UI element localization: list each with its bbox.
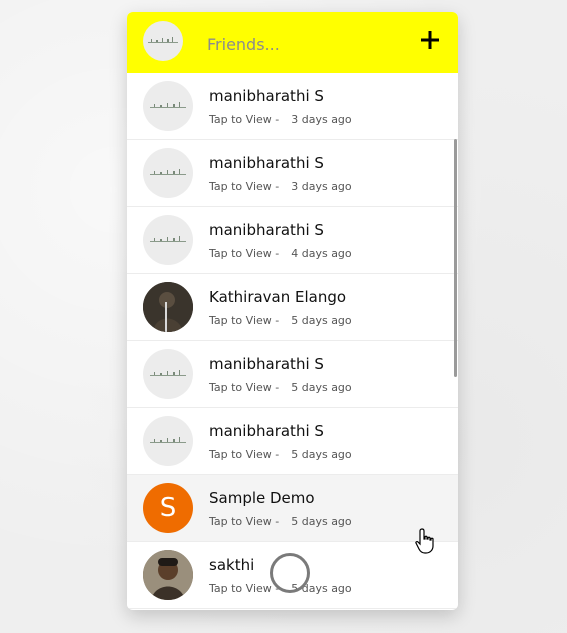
timestamp: 5 days ago bbox=[291, 448, 352, 461]
friend-meta: Tap to View - 5 days ago bbox=[209, 448, 352, 461]
scrollbar[interactable] bbox=[454, 139, 457, 377]
friends-list: manibharathi S Tap to View - 3 days ago … bbox=[127, 73, 458, 610]
friend-avatar bbox=[143, 215, 193, 265]
friend-name: manibharathi S bbox=[209, 355, 324, 373]
friend-name: manibharathi S bbox=[209, 422, 324, 440]
profile-photo-icon bbox=[143, 282, 193, 332]
timestamp: 3 days ago bbox=[291, 113, 352, 126]
app-logo-icon bbox=[150, 169, 186, 175]
timestamp: 5 days ago bbox=[291, 314, 352, 327]
friend-meta: Tap to View - 4 days ago bbox=[209, 247, 352, 260]
friend-meta: Tap to View - 5 days ago bbox=[209, 515, 352, 528]
app-logo-icon bbox=[148, 37, 178, 43]
friend-name: manibharathi S bbox=[209, 154, 324, 172]
plus-icon bbox=[421, 31, 439, 49]
timestamp: 3 days ago bbox=[291, 180, 352, 193]
friend-row[interactable]: manibharathi S Tap to View - 4 days ago bbox=[127, 207, 458, 274]
timestamp: 5 days ago bbox=[291, 381, 352, 394]
friend-name: Kathiravan Elango bbox=[209, 288, 347, 306]
header-title: Friends... bbox=[207, 35, 280, 54]
add-friend-button[interactable] bbox=[418, 28, 442, 52]
tap-to-view-label: Tap to View - bbox=[209, 448, 280, 461]
friend-meta: Tap to View - 3 days ago bbox=[209, 180, 352, 193]
friend-avatar bbox=[143, 81, 193, 131]
friend-row[interactable]: manibharathi S Tap to View - 3 days ago bbox=[127, 140, 458, 207]
profile-avatar[interactable] bbox=[143, 21, 183, 61]
app-logo-icon bbox=[150, 102, 186, 108]
tap-to-view-label: Tap to View - bbox=[209, 515, 280, 528]
friend-avatar bbox=[143, 349, 193, 399]
tap-to-view-label: Tap to View - bbox=[209, 582, 280, 595]
timestamp: 4 days ago bbox=[291, 247, 352, 260]
tap-to-view-label: Tap to View - bbox=[209, 247, 280, 260]
friend-name: manibharathi S bbox=[209, 87, 324, 105]
friend-avatar bbox=[143, 550, 193, 600]
app-logo-icon bbox=[150, 370, 186, 376]
friend-row[interactable]: manibharathi S Tap to View - 3 days ago bbox=[127, 73, 458, 140]
app-logo-icon bbox=[150, 437, 186, 443]
friend-avatar bbox=[143, 148, 193, 198]
tap-to-view-label: Tap to View - bbox=[209, 180, 280, 193]
friend-meta: Tap to View - 5 days ago bbox=[209, 381, 352, 394]
profile-photo-icon bbox=[143, 550, 193, 600]
tap-to-view-label: Tap to View - bbox=[209, 113, 280, 126]
friend-name: sakthi bbox=[209, 556, 255, 574]
touch-indicator bbox=[270, 553, 310, 593]
friend-avatar bbox=[143, 282, 193, 332]
friend-name: manibharathi S bbox=[209, 221, 324, 239]
friend-row[interactable]: manibharathi S Tap to View - 5 days ago bbox=[127, 341, 458, 408]
tap-to-view-label: Tap to View - bbox=[209, 314, 280, 327]
friend-row[interactable]: S Sample Demo Tap to View - 5 days ago bbox=[127, 475, 458, 542]
tap-to-view-label: Tap to View - bbox=[209, 381, 280, 394]
app-header: Friends... bbox=[127, 12, 458, 73]
friend-name: Sample Demo bbox=[209, 489, 315, 507]
friend-avatar: S bbox=[143, 483, 193, 533]
friend-meta: Tap to View - 5 days ago bbox=[209, 314, 352, 327]
friend-avatar bbox=[143, 416, 193, 466]
friend-row[interactable]: manibharathi S Tap to View - 5 days ago bbox=[127, 408, 458, 475]
timestamp: 5 days ago bbox=[291, 515, 352, 528]
friend-row[interactable]: Kathiravan Elango Tap to View - 5 days a… bbox=[127, 274, 458, 341]
friend-meta: Tap to View - 3 days ago bbox=[209, 113, 352, 126]
app-logo-icon bbox=[150, 236, 186, 242]
friends-screen: Friends... manibharathi S Tap to View - … bbox=[127, 12, 458, 610]
hand-cursor-icon bbox=[415, 528, 437, 554]
